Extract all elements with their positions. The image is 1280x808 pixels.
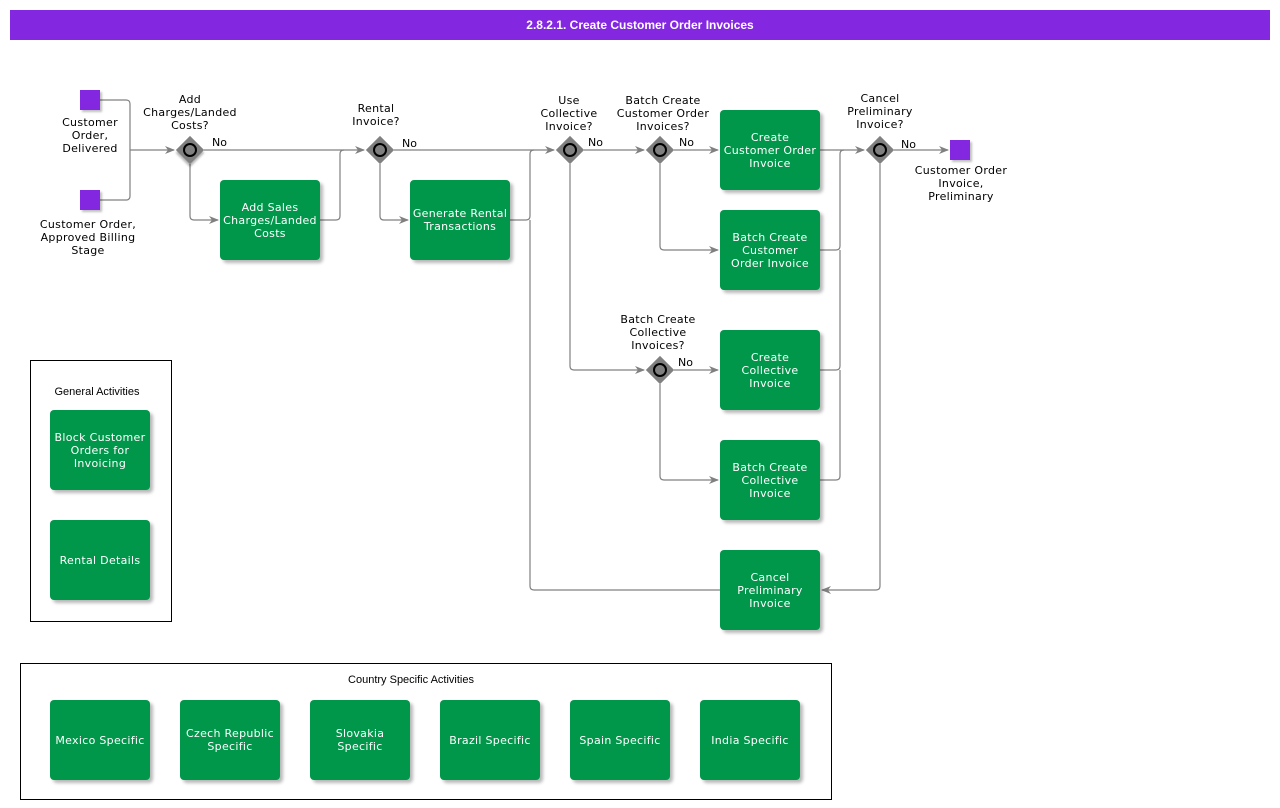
gateway-add-charges-label: Add Charges/Landed Costs?	[143, 93, 237, 132]
no-label: No	[402, 137, 417, 150]
connector	[659, 164, 719, 254]
connector	[320, 149, 345, 221]
task-generate-rental-transactions[interactable]: Generate Rental Transactions	[410, 180, 510, 260]
no-label: No	[679, 136, 694, 149]
start-event-approved[interactable]	[80, 190, 100, 210]
connector	[820, 149, 845, 251]
end-event-preliminary-label: Customer Order Invoice, Preliminary	[914, 164, 1008, 203]
gateway-add-charges	[175, 135, 205, 165]
task-mexico-specific[interactable]: Mexico Specific	[50, 700, 150, 780]
task-create-collective-invoice[interactable]: Create Collective Invoice	[720, 330, 820, 410]
task-block-customer-orders[interactable]: Block Customer Orders for Invoicing	[50, 410, 150, 490]
connector	[379, 164, 409, 224]
gateway-cancel-preliminary-label: Cancel Preliminary Invoice?	[847, 92, 913, 131]
gateway-cancel-preliminary	[865, 135, 895, 165]
no-label: No	[901, 138, 916, 151]
general-activities-title: General Activities	[54, 386, 140, 398]
connector	[529, 220, 720, 591]
gateway-batch-collective	[645, 355, 675, 385]
connector	[821, 164, 881, 594]
country-activities-title: Country Specific Activities	[348, 674, 474, 686]
task-india-specific[interactable]: India Specific	[700, 700, 800, 780]
connector	[510, 149, 535, 221]
task-create-customer-order-invoice[interactable]: Create Customer Order Invoice	[720, 110, 820, 190]
task-brazil-specific[interactable]: Brazil Specific	[440, 700, 540, 780]
connector	[820, 370, 841, 481]
end-event-preliminary[interactable]	[950, 140, 970, 160]
connector	[189, 164, 219, 224]
task-batch-create-collective-invoice[interactable]: Batch Create Collective Invoice	[720, 440, 820, 520]
task-slovakia-specific[interactable]: Slovakia Specific	[310, 700, 410, 780]
task-czech-republic-specific[interactable]: Czech Republic Specific	[180, 700, 280, 780]
no-label: No	[588, 136, 603, 149]
task-cancel-preliminary-invoice[interactable]: Cancel Preliminary Invoice	[720, 550, 820, 630]
gateway-batch-collective-label: Batch Create Collective Invoices?	[620, 313, 696, 352]
gateway-rental-invoice	[365, 135, 395, 165]
task-spain-specific[interactable]: Spain Specific	[570, 700, 670, 780]
connector	[659, 384, 719, 484]
gateway-batch-co	[645, 135, 675, 165]
start-event-delivered[interactable]	[80, 90, 100, 110]
gateway-rental-invoice-label: Rental Invoice?	[352, 102, 400, 128]
task-rental-details[interactable]: Rental Details	[50, 520, 150, 600]
task-batch-create-customer-order-invoice[interactable]: Batch Create Customer Order Invoice	[720, 210, 820, 290]
gateway-batch-co-label: Batch Create Customer Order Invoices?	[616, 94, 710, 133]
gateway-use-collective	[555, 135, 585, 165]
no-label: No	[212, 136, 227, 149]
task-add-sales-charges[interactable]: Add Sales Charges/Landed Costs	[220, 180, 320, 260]
gateway-use-collective-label: Use Collective Invoice?	[540, 94, 598, 133]
connector	[820, 250, 841, 371]
start-event-approved-label: Customer Order, Approved Billing Stage	[39, 218, 137, 257]
start-event-delivered-label: Customer Order, Delivered	[62, 116, 118, 155]
no-label: No	[678, 356, 693, 369]
